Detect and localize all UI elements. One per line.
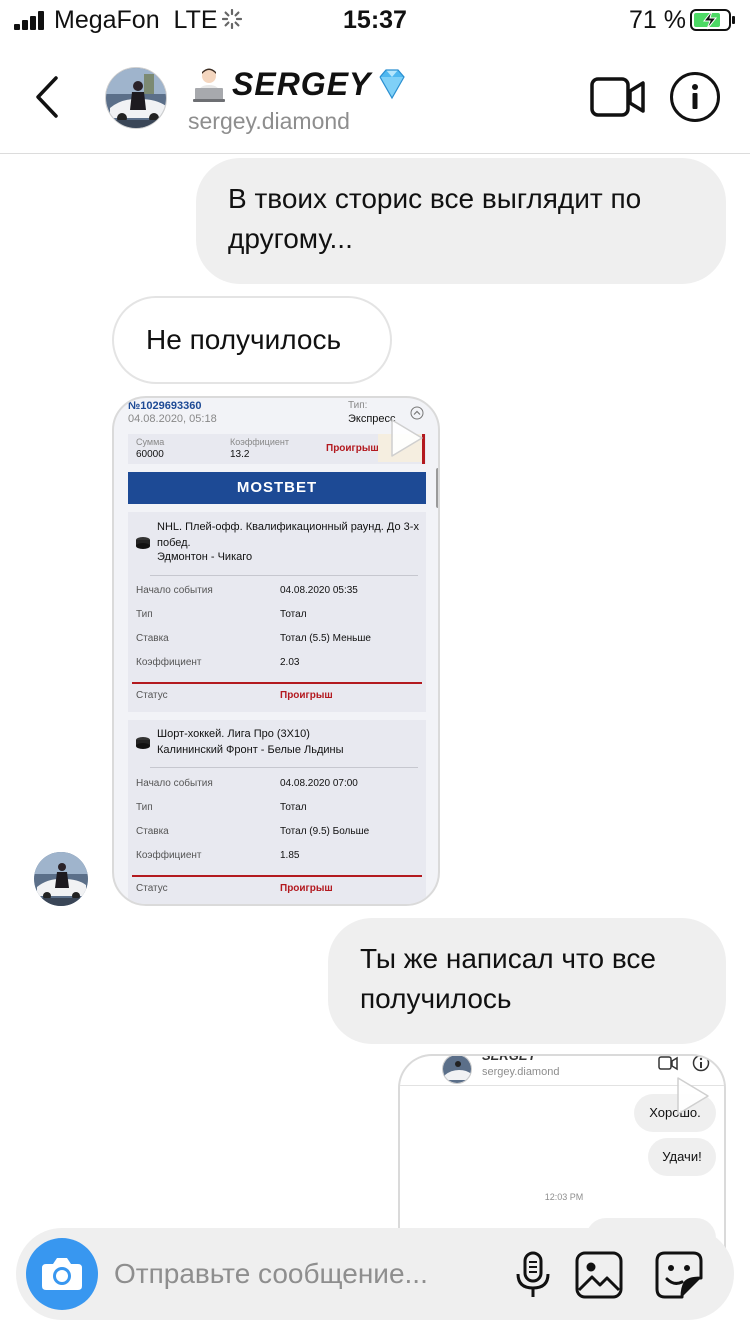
ticket-type-label: Тип: xyxy=(348,400,368,411)
timestamp: 12:03 PM xyxy=(544,1192,584,1202)
type-label: Тип xyxy=(136,609,153,620)
message-text: Ты же написал что все получилось xyxy=(360,943,656,1014)
bet-value: Тотал (5.5) Меньше xyxy=(280,633,371,644)
chat-subtitle: sergey.diamond xyxy=(482,1066,560,1078)
coef-value: 1.85 xyxy=(280,850,300,861)
battery-percent: 71 % xyxy=(629,6,686,34)
avatar xyxy=(442,1056,472,1084)
message-outgoing[interactable]: В твоих сторис все выглядит по другому..… xyxy=(196,158,726,284)
back-icon[interactable] xyxy=(28,70,68,124)
coef-value: 2.03 xyxy=(280,657,300,668)
type-value: Тотал xyxy=(280,609,307,620)
camera-icon xyxy=(42,1258,82,1290)
sender-avatar[interactable] xyxy=(34,852,88,906)
puck-icon xyxy=(136,737,150,749)
sum-value: 60000 xyxy=(136,449,164,460)
message-text: Не получилось xyxy=(146,324,342,355)
status-value: Проигрыш xyxy=(280,883,333,894)
chat-subtitle: sergey.diamond xyxy=(188,108,350,134)
shared-image-chat-screenshot[interactable]: SERGEY sergey.diamond Хорошо. Удачи! 12:… xyxy=(398,1054,726,1254)
message-input[interactable] xyxy=(114,1252,504,1296)
chat-header: SERGEY sergey.diamond xyxy=(0,40,750,154)
info-icon xyxy=(692,1056,710,1072)
start-value: 04.08.2020 07:00 xyxy=(280,778,358,789)
avatar[interactable] xyxy=(105,67,167,129)
start-label: Начало события xyxy=(136,585,213,596)
message-text: Удачи! xyxy=(662,1149,702,1164)
mostbet-logo: MOSTBET xyxy=(236,479,318,496)
start-label: Начало события xyxy=(136,778,213,789)
message-outgoing: Удачи! xyxy=(648,1138,716,1176)
sum-label: Сумма xyxy=(136,437,165,447)
event-tournament: NHL. Плей-офф. Квалификационный раунд. Д… xyxy=(157,521,419,549)
chat-title-username: SERGEY xyxy=(232,65,372,102)
status-label: Статус xyxy=(136,883,168,894)
type-value: Тотал xyxy=(280,802,307,813)
bet-label: Ставка xyxy=(136,633,169,644)
ticket-result: Проигрыш xyxy=(326,443,379,454)
status-bar: MegaFon LTE 15:37 71 % xyxy=(0,0,750,40)
bet-label: Ставка xyxy=(136,826,169,837)
microphone-icon[interactable] xyxy=(508,1250,558,1300)
scrollbar xyxy=(436,468,438,508)
chat-title: SERGEY xyxy=(482,1054,537,1063)
gallery-icon[interactable] xyxy=(574,1250,624,1300)
event-teams: Эдмонтон - Чикаго xyxy=(157,551,253,563)
bet-value: Тотал (9.5) Больше xyxy=(280,826,370,837)
diamond-emoji-icon xyxy=(379,69,406,100)
coef-label: Коэффициент xyxy=(230,437,289,447)
ticket-number: №1029693360 xyxy=(128,400,202,412)
coef-value: 13.2 xyxy=(230,449,250,460)
event-tournament: Шорт-хоккей. Лига Про (3X10) xyxy=(157,728,310,740)
message-outgoing[interactable]: Ты же написал что все получилось xyxy=(328,918,726,1044)
camera-button[interactable] xyxy=(26,1238,98,1310)
mostbet-banner: MOSTBET xyxy=(128,472,426,504)
event-teams: Калининский Фронт - Белые Льдины xyxy=(157,744,344,756)
coef-label: Коэффициент xyxy=(136,850,202,861)
message-text: В твоих сторис все выглядит по другому..… xyxy=(228,183,642,254)
battery-charging-icon xyxy=(690,9,735,31)
shared-image-bet-slip[interactable]: №1029693360 04.08.2020, 05:18 Тип: Экспр… xyxy=(112,396,440,906)
message-composer xyxy=(16,1228,734,1320)
video-call-icon[interactable] xyxy=(590,75,646,119)
status-value: Проигрыш xyxy=(280,690,333,701)
video-call-icon xyxy=(658,1056,678,1071)
type-label: Тип xyxy=(136,802,153,813)
message-incoming[interactable]: Не получилось xyxy=(112,296,392,384)
coef-label: Коэффициент xyxy=(136,657,202,668)
technologist-emoji-icon xyxy=(193,68,225,102)
puck-icon xyxy=(136,537,150,549)
bet-event: Шорт-хоккей. Лига Про (3X10) Калининский… xyxy=(128,720,426,904)
ticket-date: 04.08.2020, 05:18 xyxy=(128,413,217,425)
play-icon[interactable] xyxy=(666,1072,714,1120)
chat-title[interactable]: SERGEY xyxy=(190,64,411,104)
start-value: 04.08.2020 05:35 xyxy=(280,585,358,596)
bet-event: NHL. Плей-офф. Квалификационный раунд. Д… xyxy=(128,512,426,712)
play-icon[interactable] xyxy=(380,414,428,462)
info-icon[interactable] xyxy=(670,72,720,122)
sticker-icon[interactable] xyxy=(654,1250,704,1300)
status-label: Статус xyxy=(136,690,168,701)
